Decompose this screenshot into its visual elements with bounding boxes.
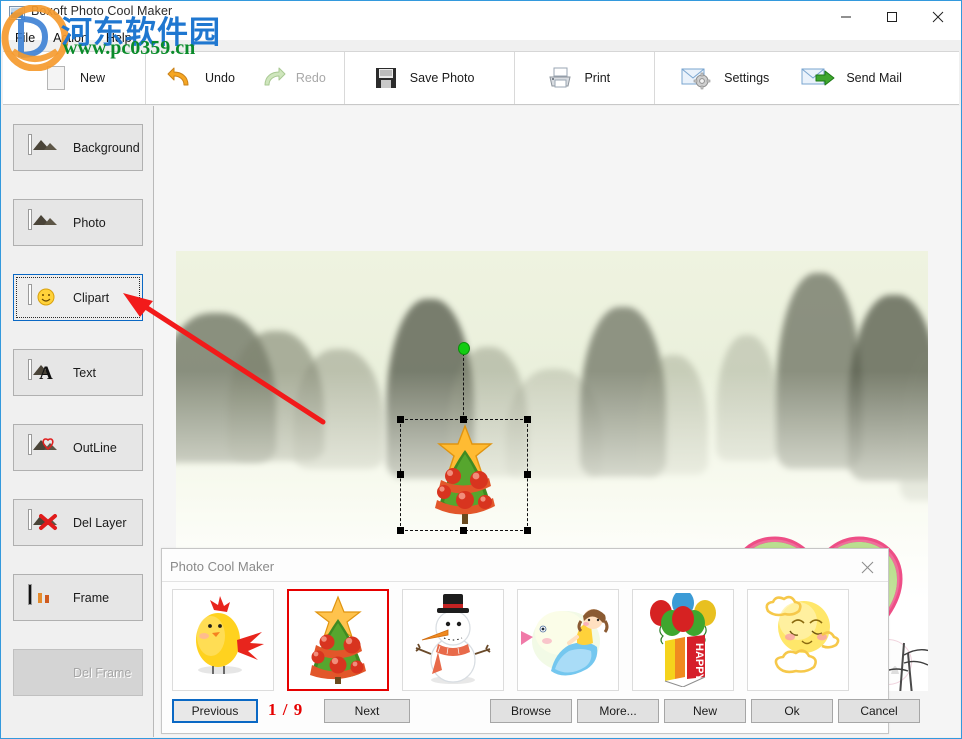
clipart-thumb-christmas-tree[interactable] — [287, 589, 389, 691]
envelope-gear-icon — [681, 64, 715, 92]
toolbar-group-save: Save Photo — [345, 52, 516, 104]
undo-button-label: Undo — [205, 71, 235, 85]
undo-button[interactable]: Undo — [146, 52, 247, 104]
new-button-label: New — [80, 71, 106, 85]
resize-handle-middle-right[interactable] — [524, 471, 531, 478]
redo-button-label: Redo — [295, 71, 326, 85]
main-toolbar: New Undo Redo Save Photo Print Settings … — [3, 51, 959, 105]
send-mail-label: Send Mail — [846, 71, 902, 85]
sidebar-item-del-layer[interactable]: Del Layer — [13, 499, 143, 546]
clipart-chooser-panel: Photo Cool Maker HAPPY Previous 1 / 9 Ne… — [161, 548, 920, 734]
clipart-thumbnail-strip: HAPPY — [172, 589, 878, 691]
resize-handle-top-center[interactable] — [460, 416, 467, 423]
window-title: Boxoft Photo Cool Maker — [31, 4, 173, 18]
toolbar-group-print: Print — [515, 52, 656, 104]
application-window: Boxoft Photo Cool Maker File Action Help — [0, 0, 962, 739]
sidebar-label-photo: Photo — [73, 215, 106, 230]
sidebar-item-text[interactable]: A Text — [13, 349, 143, 396]
new-clipart-button[interactable]: New — [664, 699, 746, 723]
minimize-button[interactable] — [823, 1, 869, 33]
christmas-tree-clipart[interactable] — [419, 424, 511, 530]
sidebar-label-background: Background — [73, 140, 140, 155]
window-controls — [823, 1, 961, 33]
clipart-thumb-moon-face[interactable] — [747, 589, 849, 691]
left-sidebar: Background Photo Clipart A Text OutLine … — [2, 106, 154, 737]
close-button[interactable] — [915, 1, 961, 33]
resize-handle-middle-left[interactable] — [397, 471, 404, 478]
settings-button[interactable]: Settings — [655, 52, 783, 104]
sidebar-label-outline: OutLine — [73, 440, 117, 455]
sidebar-label-frame: Frame — [73, 590, 110, 605]
sidebar-label-del-layer: Del Layer — [73, 515, 127, 530]
more-button[interactable]: More... — [577, 699, 659, 723]
toolbar-group-history: Undo Redo — [146, 52, 345, 104]
landscape-thumb-icon — [28, 133, 60, 160]
menu-bar: File Action Help — [1, 28, 140, 48]
redo-arrow-icon — [257, 64, 287, 92]
frame-thumb-icon — [28, 583, 60, 610]
save-photo-button[interactable]: Save Photo — [345, 52, 515, 104]
menu-action[interactable]: Action — [45, 30, 96, 46]
next-button[interactable]: Next — [324, 699, 410, 723]
app-photo-icon — [9, 6, 25, 20]
title-bar: Boxoft Photo Cool Maker — [1, 1, 961, 40]
sidebar-label-clipart: Clipart — [73, 290, 110, 305]
panel-divider — [162, 581, 888, 582]
resize-handle-bottom-left[interactable] — [397, 527, 404, 534]
menu-file[interactable]: File — [7, 30, 43, 46]
clipart-panel-buttons: Previous 1 / 9 Next Browse More... New O… — [172, 699, 920, 725]
sidebar-item-frame[interactable]: Frame — [13, 574, 143, 621]
rotate-handle[interactable] — [458, 342, 470, 355]
send-mail-button[interactable]: Send Mail — [783, 52, 922, 104]
clipart-thumb-yellow-chick[interactable] — [172, 589, 274, 691]
new-button[interactable]: New — [3, 52, 145, 104]
previous-button[interactable]: Previous — [172, 699, 258, 723]
resize-handle-top-left[interactable] — [397, 416, 404, 423]
clipart-panel-close-icon[interactable] — [854, 555, 880, 579]
sidebar-item-outline[interactable]: OutLine — [13, 424, 143, 471]
clipart-thumb-happy-balloons[interactable]: HAPPY — [632, 589, 734, 691]
maximize-button[interactable] — [869, 1, 915, 33]
toolbar-group-mail: Settings Send Mail — [655, 52, 922, 104]
new-page-icon — [41, 64, 71, 92]
settings-button-label: Settings — [724, 71, 770, 85]
clipart-panel-title: Photo Cool Maker — [170, 559, 275, 574]
svg-text:HAPPY: HAPPY — [693, 643, 705, 682]
floppy-disk-icon — [371, 64, 401, 92]
landscape-thumb-icon — [28, 208, 60, 235]
outline-thumb-icon — [28, 433, 60, 460]
letter-a-thumb-icon: A — [28, 358, 60, 385]
sidebar-label-del-frame: Del Frame — [73, 665, 132, 680]
printer-icon — [545, 64, 575, 92]
resize-handle-top-right[interactable] — [524, 416, 531, 423]
sidebar-item-clipart[interactable]: Clipart — [13, 274, 143, 321]
del-frame-icon — [28, 661, 60, 685]
undo-arrow-icon — [166, 64, 196, 92]
save-photo-label: Save Photo — [409, 71, 475, 85]
redo-button[interactable]: Redo — [247, 52, 344, 104]
clipart-thumb-snowman[interactable] — [402, 589, 504, 691]
sidebar-label-text: Text — [73, 365, 96, 380]
sidebar-item-background[interactable]: Background — [13, 124, 143, 171]
delete-layer-icon — [28, 508, 60, 535]
cancel-button[interactable]: Cancel — [838, 699, 920, 723]
resize-handle-bottom-right[interactable] — [524, 527, 531, 534]
toolbar-group-file: New — [3, 52, 147, 104]
page-indicator: 1 / 9 — [268, 700, 304, 719]
browse-button[interactable]: Browse — [490, 699, 572, 723]
print-button[interactable]: Print — [515, 52, 654, 104]
menu-help[interactable]: Help — [98, 30, 140, 46]
ok-button[interactable]: Ok — [751, 699, 833, 723]
sidebar-item-del-frame: Del Frame — [13, 649, 143, 696]
envelope-arrow-icon — [801, 64, 837, 92]
print-button-label: Print — [584, 71, 611, 85]
smiley-thumb-icon — [28, 283, 60, 310]
rotate-handle-stem — [463, 348, 464, 420]
clipart-selection-box[interactable] — [397, 342, 531, 534]
sidebar-item-photo[interactable]: Photo — [13, 199, 143, 246]
clipart-thumb-girl-on-bird[interactable] — [517, 589, 619, 691]
